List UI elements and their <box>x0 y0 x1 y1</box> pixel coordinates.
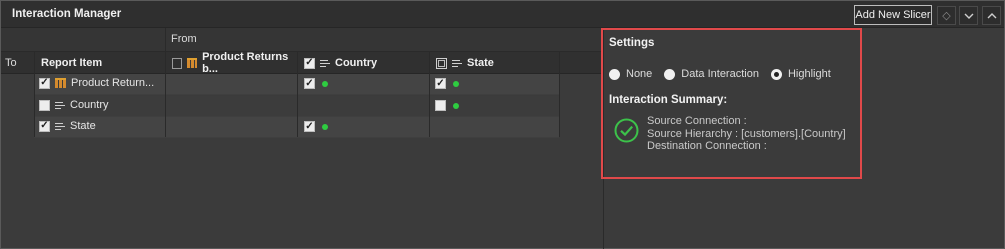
row-name-cell: ✓ State <box>39 120 96 132</box>
radio-none[interactable] <box>609 68 620 80</box>
radio-label[interactable]: None <box>626 68 652 80</box>
column-checkbox[interactable] <box>436 57 447 69</box>
interaction-mode-radio-group: None Data Interaction Highlight <box>609 68 837 80</box>
column-report-item: Report Item <box>34 52 165 74</box>
country-cell[interactable]: ✓ <box>304 78 328 89</box>
column-header-row: To Report Item Product Returns b... ✓ Co… <box>1 51 603 75</box>
status-dot <box>322 123 328 130</box>
list-icon <box>55 122 65 130</box>
column-label: Product Returns b... <box>202 51 289 75</box>
row-label: Country <box>70 99 109 111</box>
row-label: Product Return... <box>71 77 155 89</box>
interaction-manager-window: Interaction Manager Add New Slicer ◇ Fro… <box>0 0 1005 249</box>
row-checkbox[interactable]: ✓ <box>39 120 50 132</box>
row-name-cell: ✓ Product Return... <box>39 77 154 89</box>
diamond-icon[interactable]: ◇ <box>937 6 956 25</box>
divider <box>165 28 166 52</box>
to-label: To <box>5 57 17 69</box>
state-cell[interactable] <box>435 100 459 111</box>
column-empty <box>559 52 603 74</box>
row-label: State <box>70 120 96 132</box>
settings-panel: Settings None Data Interaction Highlight… <box>601 28 862 179</box>
chevron-up-icon[interactable] <box>982 6 1001 25</box>
settings-title: Settings <box>609 37 655 49</box>
summary-source-hierarchy: Source Hierarchy : [customers].[Country] <box>647 127 846 140</box>
cell-checkbox[interactable]: ✓ <box>304 121 315 132</box>
summary-source-connection: Source Connection : <box>647 115 747 127</box>
radio-label[interactable]: Highlight <box>788 68 831 80</box>
column-label: State <box>467 57 494 69</box>
divider <box>429 52 430 137</box>
column-state[interactable]: State <box>429 52 559 74</box>
state-cell[interactable]: ✓ <box>435 78 459 89</box>
column-product-returns[interactable]: Product Returns b... <box>165 51 297 75</box>
add-new-slicer-button[interactable]: Add New Slicer <box>854 5 932 25</box>
country-cell[interactable]: ✓ <box>304 121 328 132</box>
list-icon <box>320 59 330 67</box>
radio-label[interactable]: Data Interaction <box>681 68 759 80</box>
chevron-down-icon[interactable] <box>959 6 978 25</box>
column-label: Country <box>335 57 378 69</box>
radio-highlight[interactable] <box>770 68 782 80</box>
cell-checkbox[interactable]: ✓ <box>435 78 446 89</box>
status-dot <box>322 80 328 87</box>
divider <box>559 52 560 137</box>
cell-checkbox[interactable] <box>435 100 446 111</box>
table-icon <box>55 78 66 88</box>
row-checkbox[interactable] <box>39 99 50 111</box>
cell-checkbox[interactable]: ✓ <box>304 78 315 89</box>
row-checkbox[interactable]: ✓ <box>39 77 50 89</box>
column-checkbox[interactable] <box>172 57 183 69</box>
window-title: Interaction Manager <box>12 8 122 20</box>
divider <box>165 52 166 137</box>
list-icon <box>55 101 65 109</box>
status-dot <box>453 80 459 87</box>
column-checkbox[interactable]: ✓ <box>304 57 315 69</box>
column-label: Report Item <box>41 57 103 69</box>
column-country[interactable]: ✓ Country <box>297 52 429 74</box>
title-bar: Interaction Manager Add New Slicer ◇ <box>1 1 1004 28</box>
summary-destination-connection: Destination Connection : <box>647 140 767 152</box>
interaction-summary-title: Interaction Summary: <box>609 94 728 106</box>
divider <box>297 52 298 137</box>
from-header-row: From <box>1 28 603 52</box>
interaction-summary-details: Source Connection : Source Hierarchy : [… <box>647 115 846 153</box>
list-icon <box>452 59 462 67</box>
divider <box>34 52 35 137</box>
from-label: From <box>171 33 197 45</box>
row-name-cell: Country <box>39 99 109 111</box>
radio-data-interaction[interactable] <box>664 68 676 80</box>
status-dot <box>453 102 459 109</box>
table-icon <box>187 58 198 68</box>
check-circle-icon <box>614 118 639 143</box>
